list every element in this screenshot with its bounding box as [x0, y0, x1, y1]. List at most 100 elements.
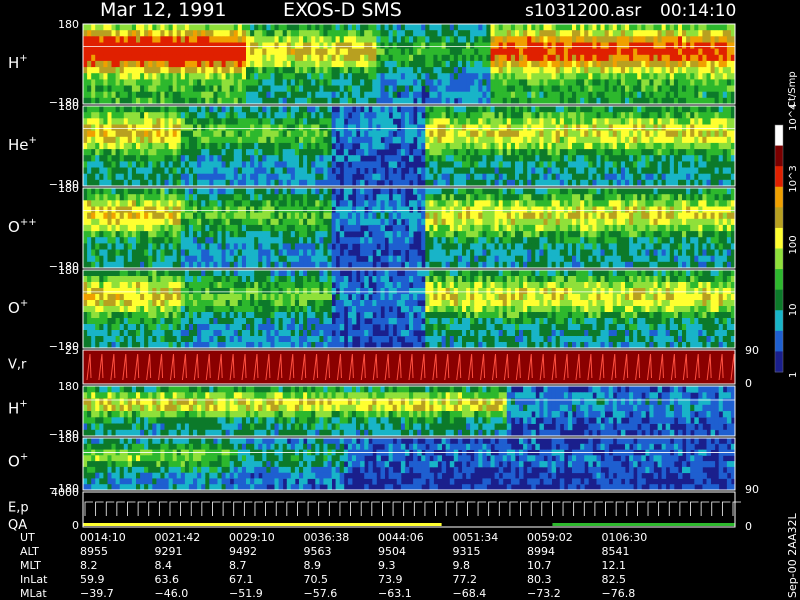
colorbar-swatch [775, 166, 783, 188]
axis-row-value: 8.4 [155, 559, 173, 572]
title-file: s1031200.asr [525, 1, 641, 21]
spectrogram-cells [83, 386, 736, 437]
qa-bar [552, 523, 735, 526]
panel-label-superscript: + [20, 452, 28, 463]
axis-row-value: 0014:10 [80, 531, 126, 544]
axis-row-value: 80.3 [527, 573, 552, 586]
panel-he-2: He+180−180 [8, 100, 736, 191]
axis-row-value: 82.5 [602, 573, 627, 586]
colorbar-tick-label: 10 [788, 304, 799, 317]
sidebar-label: Sep-00 2AA32L [786, 512, 799, 598]
axis-row-value: 73.9 [378, 573, 403, 586]
colorbar-swatch [775, 269, 783, 291]
qa-bar [83, 523, 442, 526]
colorbar-label: Ct/Smp [787, 71, 798, 108]
y-max-label: 25 [65, 344, 79, 357]
panel-label: O+ [8, 298, 28, 317]
title-instrument: EXOS-D SMS [283, 0, 402, 21]
axis-row-value: 9492 [229, 545, 257, 558]
panel-label: E,p [8, 500, 29, 515]
spectrogram-cells [83, 24, 736, 105]
title-time: 00:14:10 [660, 1, 736, 21]
panel-o-7: O+180−180 90 [8, 432, 759, 496]
panel-ep-8: E,pQA40000 0 [8, 486, 752, 533]
colorbar-swatch [775, 289, 783, 311]
axis-row-value: 9291 [155, 545, 183, 558]
panel-o-3: O++180−180 [8, 182, 736, 273]
right-axis-label: 90 [745, 344, 759, 357]
axis-row-value: 0021:42 [155, 531, 201, 544]
exos-d-sms-summary-plot: Mar 12, 1991 EXOS-D SMS s1031200.asr 00:… [8, 0, 799, 600]
y-max-label: 180 [58, 380, 79, 393]
panel-label: H+ [8, 399, 28, 418]
colorbar-swatch [775, 310, 783, 332]
axis-row-label: MLat [20, 587, 47, 600]
panel-label: H+ [8, 53, 28, 72]
axis-row-value: 9.3 [378, 559, 396, 572]
panel-o-4: O+180−180 [8, 264, 736, 353]
right-axis-label: 0 [745, 520, 752, 533]
axis-row-value: 0059:02 [527, 531, 573, 544]
colorbar-swatch [775, 207, 783, 229]
panel-h-6: H+180−180 [8, 380, 736, 441]
axis-row-value: −68.4 [453, 587, 487, 600]
axis-row-value: 10.7 [527, 559, 552, 572]
axis-row-value: 70.5 [304, 573, 329, 586]
axis-row-value: 9.8 [453, 559, 471, 572]
right-axis-label: 90 [745, 483, 759, 496]
panel-label: O++ [8, 217, 37, 236]
y-max-label: 4000 [51, 486, 79, 499]
axis-row-label: MLT [20, 559, 41, 572]
panel-label: V,r [8, 358, 27, 373]
axis-row-value: 8955 [80, 545, 108, 558]
colorbar-tick-label: 1 [788, 372, 799, 378]
axis-row-value: −39.7 [80, 587, 114, 600]
right-axis-label: 0 [745, 377, 752, 390]
axis-row-value: 8994 [527, 545, 555, 558]
axis-row-value: 9563 [304, 545, 332, 558]
colorbar-swatch [775, 145, 783, 167]
panel-label: O+ [8, 452, 28, 471]
panel-label-superscript: ++ [20, 217, 37, 228]
axis-row-value: 0106:30 [602, 531, 648, 544]
axis-row-value: −76.8 [602, 587, 636, 600]
axis-row-value: 12.1 [602, 559, 627, 572]
colorbar-swatch [775, 186, 783, 208]
axis-row-value: −46.0 [155, 587, 189, 600]
y-max-label: 180 [58, 100, 79, 113]
y-max-label: 180 [58, 182, 79, 195]
panel-label-superscript: + [19, 399, 27, 410]
y-min-label: 0 [72, 519, 79, 532]
colorbar-tick-label: 10^4 [788, 104, 799, 131]
axis-row-value: 0044:06 [378, 531, 424, 544]
y-max-label: 180 [58, 432, 79, 445]
colorbar-swatch [775, 351, 783, 373]
y-max-label: 180 [58, 18, 79, 31]
panel-label-superscript: + [29, 135, 37, 146]
spectrogram-cells [83, 270, 736, 349]
colorbar-swatch [775, 248, 783, 270]
axis-row-value: 77.2 [453, 573, 478, 586]
colorbar-swatch [775, 227, 783, 249]
axis-row-value: 0051:34 [453, 531, 499, 544]
axis-row-label: ALT [20, 545, 39, 558]
time-axis-table: UT 0014:10 0021:42 0029:10 0036:38 0044:06 005… [20, 531, 647, 600]
y-max-label: 180 [58, 264, 79, 277]
colorbar-tick-label: 100 [788, 235, 799, 254]
panel-vr-5: V,r 25 90 0 [8, 344, 759, 390]
panel-label-superscript: + [20, 298, 28, 309]
axis-row-value: −51.9 [229, 587, 263, 600]
axis-row-value: 8.2 [80, 559, 98, 572]
axis-row-value: −73.2 [527, 587, 561, 600]
spectrogram-cells [83, 106, 736, 187]
axis-row-value: 8.9 [304, 559, 322, 572]
title-date: Mar 12, 1991 [100, 0, 227, 21]
axis-row-value: 9504 [378, 545, 406, 558]
axis-row-value: 8.7 [229, 559, 247, 572]
panel-label: He+ [8, 135, 37, 154]
axis-row-value: 63.6 [155, 573, 180, 586]
axis-row-value: 67.1 [229, 573, 254, 586]
axis-row-value: 9315 [453, 545, 481, 558]
axis-row-label: InLat [20, 573, 48, 586]
axis-row-value: 59.9 [80, 573, 105, 586]
